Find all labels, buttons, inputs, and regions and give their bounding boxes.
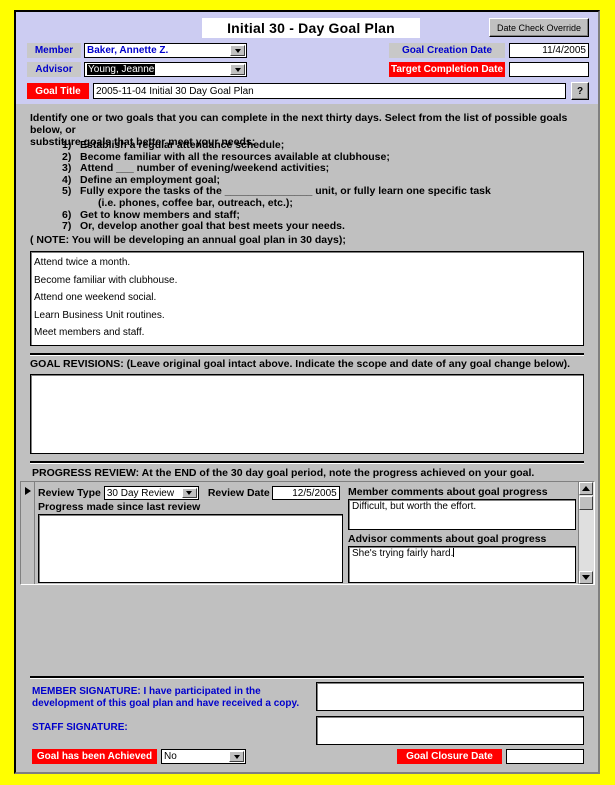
member-signature-line-2: development of this goal plan and have r… [32, 698, 300, 709]
member-signature-line-1: MEMBER SIGNATURE: I have participated in… [32, 686, 261, 697]
review-date-label: Review Date [207, 487, 270, 499]
help-button[interactable]: ? [571, 82, 589, 100]
member-signature-field[interactable] [316, 682, 584, 711]
scroll-down-icon[interactable] [579, 571, 593, 584]
access-form-window: Initial 30 - Day Goal Plan Date Check Ov… [14, 10, 600, 774]
form-header: Initial 30 - Day Goal Plan Date Check Ov… [16, 12, 598, 105]
goal-text: (i.e. phones, coffee bar, outreach, etc.… [98, 196, 293, 209]
target-completion-date-label: Target Completion Date [389, 62, 505, 77]
member-value: Baker, Annette Z. [87, 45, 169, 56]
goal-creation-date-row: Goal Creation Date 11/4/2005 [389, 43, 589, 58]
goal-number: 7) [62, 220, 72, 233]
goal-closure-date-row: Goal Closure Date [397, 749, 584, 764]
divider [30, 461, 584, 464]
goal-closure-date-field[interactable] [506, 749, 584, 764]
chevron-down-icon[interactable] [229, 751, 244, 762]
scrollbar-thumb[interactable] [579, 496, 593, 510]
target-completion-date-field[interactable] [509, 62, 589, 77]
review-type-label: Review Type [38, 487, 101, 499]
goal-title-row: Goal Title 2005-11-04 Initial 30 Day Goa… [27, 82, 589, 100]
goal-line: Learn Business Unit routines. [34, 309, 165, 321]
annual-plan-note: ( NOTE: You will be developing an annual… [30, 234, 346, 246]
page-title: Initial 30 - Day Goal Plan [202, 18, 420, 38]
goal-text: Establish a regular attendance schedule; [80, 139, 285, 151]
instructions-line-1: Identify one or two goals that you can c… [30, 112, 568, 136]
goal-creation-date-field[interactable]: 11/4/2005 [509, 43, 589, 58]
staff-signature-label: STAFF SIGNATURE: [32, 722, 128, 733]
list-item: 1) Establish a regular attendance schedul… [62, 139, 588, 152]
member-signature-label: MEMBER SIGNATURE: I have participated in… [32, 686, 299, 710]
progress-made-textarea[interactable] [38, 514, 343, 583]
form-body: Identify one or two goals that you can c… [16, 104, 598, 772]
review-type-row: Review Type 30 Day Review Review Date 12… [38, 486, 340, 500]
progress-review-subform: Review Type 30 Day Review Review Date 12… [20, 481, 595, 585]
goal-title-label: Goal Title [27, 83, 89, 99]
chevron-down-icon[interactable] [230, 64, 245, 75]
goal-creation-date-label: Goal Creation Date [389, 43, 505, 58]
goal-text: Or, develop another goal that best meets… [80, 220, 345, 233]
goal-number [62, 198, 80, 210]
chevron-down-icon[interactable] [230, 45, 245, 56]
goal-revisions-heading: GOAL REVISIONS: (Leave original goal int… [30, 358, 571, 370]
chevron-down-icon[interactable] [181, 488, 197, 498]
goal-closure-date-label: Goal Closure Date [397, 749, 502, 764]
advisor-row: Advisor Young, Jeanne [27, 62, 247, 77]
goal-achieved-row: Goal has been Achieved No [32, 749, 246, 764]
divider [30, 353, 584, 356]
advisor-combo[interactable]: Young, Jeanne [84, 62, 247, 77]
advisor-value: Young, Jeanne [87, 64, 156, 75]
advisor-comments-label: Advisor comments about goal progress [348, 533, 547, 545]
staff-signature-field[interactable] [316, 716, 584, 745]
list-item: (i.e. phones, coffee bar, outreach, etc.… [62, 196, 588, 210]
goal-achieved-value: No [164, 751, 177, 762]
goal-text-area[interactable]: Attend twice a month. Become familiar wi… [30, 251, 584, 346]
progress-review-heading: PROGRESS REVIEW: At the END of the 30 da… [32, 467, 535, 479]
date-check-override-button[interactable]: Date Check Override [489, 18, 589, 37]
record-selector[interactable] [21, 482, 35, 584]
review-date-field[interactable]: 12/5/2005 [271, 486, 340, 500]
goal-achieved-combo[interactable]: No [161, 749, 246, 764]
scroll-up-icon[interactable] [579, 482, 593, 495]
target-completion-date-row: Target Completion Date [389, 62, 589, 77]
advisor-comments-value: She's trying fairly hard. [352, 548, 454, 559]
text-caret [453, 548, 455, 557]
list-item: 7) Or, develop another goal that best mee… [62, 221, 588, 233]
member-combo[interactable]: Baker, Annette Z. [84, 43, 247, 58]
goal-line: Become familiar with clubhouse. [34, 274, 178, 286]
goal-revisions-textarea[interactable] [30, 374, 584, 454]
progress-made-label: Progress made since last review [38, 501, 201, 513]
goal-number: 5) [62, 185, 72, 198]
member-comments-textarea[interactable]: Difficult, but worth the effort. [348, 499, 576, 530]
goal-line: Meet members and staff. [34, 327, 145, 338]
review-type-combo[interactable]: 30 Day Review [103, 486, 199, 500]
goal-line: Attend one weekend social. [34, 292, 157, 303]
member-label: Member [27, 43, 81, 58]
review-type-value: 30 Day Review [106, 487, 175, 499]
advisor-comments-textarea[interactable]: She's trying fairly hard. [348, 546, 576, 583]
advisor-label: Advisor [27, 62, 81, 77]
goal-achieved-label: Goal has been Achieved [32, 749, 157, 764]
divider [30, 676, 584, 679]
goal-number: 1) [62, 139, 72, 151]
goal-line: Attend twice a month. [34, 257, 131, 268]
member-row: Member Baker, Annette Z. [27, 43, 247, 58]
subform-scrollbar[interactable] [578, 482, 594, 584]
goal-title-field[interactable]: 2005-11-04 Initial 30 Day Goal Plan [93, 83, 566, 99]
member-comments-label: Member comments about goal progress [348, 486, 548, 498]
suggested-goals-list: 1) Establish a regular attendance schedul… [62, 139, 588, 233]
